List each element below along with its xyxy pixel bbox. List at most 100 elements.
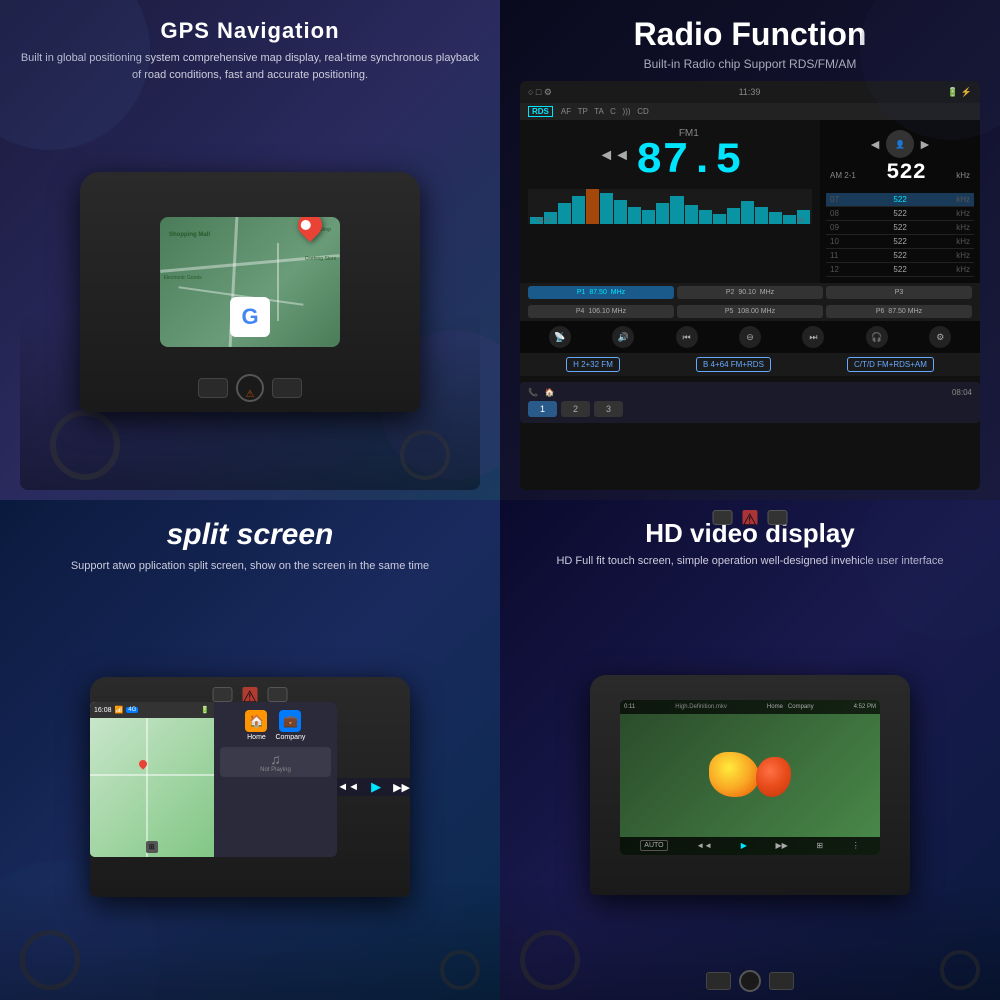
split-title: split screen bbox=[167, 518, 334, 552]
rewind-btn[interactable]: ◄◄ bbox=[337, 781, 359, 793]
radio-right-panel: ◄ 👤 ► AM 2-1 522 kHz 07 52 bbox=[820, 120, 980, 283]
call-tabs: 1 2 3 bbox=[528, 401, 972, 417]
preset-buttons-row1: P1 87.50 MHz P2 90.10 MHz P3 bbox=[520, 283, 980, 302]
split-carplay-panel: 🏠 Home 💼 Company ♫ Not Playing bbox=[214, 702, 338, 857]
music-icon: ♫ bbox=[224, 751, 328, 767]
radio-screen: ○ □ ⚙ 11:39 🔋 ⚡ RDS AF TP TA C ))) CD ◄◄… bbox=[520, 81, 980, 490]
hd-car-container: ⚠ bbox=[520, 580, 980, 991]
split-bottom-controls: ◄◄ ▶ ▶▶ bbox=[337, 778, 410, 796]
hd-section: HD video display HD Full fit touch scree… bbox=[500, 500, 1000, 1000]
radio-status-icons: 🔋 ⚡ bbox=[947, 87, 972, 98]
am-freq-display: 522 bbox=[886, 160, 926, 185]
headphone-icon[interactable]: 🎧 bbox=[866, 326, 888, 348]
radio-back-btn[interactable]: ◄◄ bbox=[598, 147, 630, 165]
preset-p3[interactable]: P3 bbox=[826, 286, 972, 299]
split-section: split screen Support atwo pplication spl… bbox=[0, 500, 500, 1000]
hd-screen[interactable]: 0:11 High.Definition.mkv Home Company 4:… bbox=[620, 700, 880, 855]
am-unit: kHz bbox=[956, 171, 970, 180]
preset-buttons-row2: P4 106.10 MHz P5 108.00 MHz P6 87.50 MHz bbox=[520, 302, 980, 321]
radio-top-bar: ○ □ ⚙ 11:39 🔋 ⚡ bbox=[520, 81, 980, 103]
google-logo: G bbox=[230, 297, 270, 337]
preset-p1[interactable]: P1 87.50 MHz bbox=[528, 286, 674, 299]
eq-icon[interactable]: ⚙ bbox=[929, 326, 951, 348]
model-badge-b: B 4+64 FM+RDS bbox=[696, 357, 771, 372]
split-car-container: ⚠ 16:08 📶 4G 🔋 bbox=[20, 585, 480, 991]
radio-spectrum: 51.50 2K bbox=[528, 189, 812, 224]
call-screen: 📞 🏠 08:04 1 2 3 bbox=[520, 382, 980, 423]
next-track-icon[interactable]: ⏭ bbox=[802, 326, 824, 348]
split-desc: Support atwo pplication split screen, sh… bbox=[71, 558, 429, 575]
lte-badge: 4G bbox=[126, 707, 138, 713]
home-app-label: Home bbox=[247, 734, 266, 741]
hd-play-btn[interactable]: ▶ bbox=[741, 841, 747, 850]
not-playing-widget: ♫ Not Playing bbox=[220, 747, 332, 777]
rds-label: RDS bbox=[528, 106, 553, 117]
preset-p6[interactable]: P6 87.50 MHz bbox=[826, 305, 972, 318]
hd-top-bar: 0:11 High.Definition.mkv Home Company 4:… bbox=[620, 700, 880, 714]
hd-forward-btn[interactable]: ▶▶ bbox=[775, 841, 787, 850]
radio-icons: ○ □ ⚙ bbox=[528, 87, 552, 98]
split-dashboard: ⚠ 16:08 📶 4G 🔋 bbox=[90, 677, 410, 897]
hd-video-area: 0:11 High.Definition.mkv Home Company 4:… bbox=[620, 700, 880, 855]
nav-left[interactable]: ◄ bbox=[868, 136, 882, 152]
minus-icon[interactable]: ⊖ bbox=[739, 326, 761, 348]
gps-dashboard: ⚠ Shopping Mall Coffee Shop Electronic G… bbox=[80, 172, 420, 412]
radio-time: 11:39 bbox=[739, 87, 761, 97]
preset-p2[interactable]: P2 90.10 MHz bbox=[677, 286, 823, 299]
prev-track-icon[interactable]: ⏮ bbox=[676, 326, 698, 348]
hd-video-content bbox=[620, 700, 880, 855]
main-grid: GPS Navigation Built in global positioni… bbox=[0, 0, 1000, 1000]
gps-screen[interactable]: Shopping Mall Coffee Shop Electronic Goo… bbox=[160, 217, 340, 347]
rds-options: AF TP TA C ))) CD bbox=[561, 107, 649, 116]
call-tab-1[interactable]: 1 bbox=[528, 401, 557, 417]
map-background: Shopping Mall Coffee Shop Electronic Goo… bbox=[160, 217, 340, 347]
gps-title: GPS Navigation bbox=[160, 18, 339, 44]
spectrum-bars bbox=[528, 189, 812, 224]
radio-model-row: H 2+32 FM B 4+64 FM+RDS C/T/D FM+RDS+AM bbox=[520, 353, 980, 376]
hd-rewind-btn[interactable]: ◄◄ bbox=[696, 841, 712, 850]
battery-icon: 🔋 bbox=[201, 706, 210, 714]
preset-p5[interactable]: P5 108.00 MHz bbox=[677, 305, 823, 318]
gps-section: GPS Navigation Built in global positioni… bbox=[0, 0, 500, 500]
hd-dashboard: ⚠ bbox=[590, 675, 910, 895]
split-map-area bbox=[90, 718, 214, 857]
forward-btn[interactable]: ▶▶ bbox=[393, 781, 410, 794]
am-label: AM 2-1 bbox=[830, 171, 856, 180]
phone-time: 16:08 bbox=[94, 707, 112, 714]
hd-auto-btn[interactable]: AUTO bbox=[640, 840, 667, 851]
preset-row-5[interactable]: 11 522 kHz bbox=[826, 249, 974, 263]
preset-p4[interactable]: P4 106.10 MHz bbox=[528, 305, 674, 318]
gps-desc: Built in global positioning system compr… bbox=[20, 50, 480, 83]
play-btn[interactable]: ▶ bbox=[371, 779, 381, 795]
preset-row-4[interactable]: 10 522 kHz bbox=[826, 235, 974, 249]
model-badge-c: C/T/D FM+RDS+AM bbox=[847, 357, 934, 372]
call-tab-3[interactable]: 3 bbox=[594, 401, 623, 417]
split-left-panel: 16:08 📶 4G 🔋 ⊞ bbox=[90, 702, 214, 857]
radio-rds-bar: RDS AF TP TA C ))) CD bbox=[520, 103, 980, 120]
preset-row-2[interactable]: 08 522 kHz bbox=[826, 207, 974, 221]
radio-station-display: ◄ 👤 ► AM 2-1 522 kHz bbox=[826, 126, 974, 189]
preset-row-3[interactable]: 09 522 kHz bbox=[826, 221, 974, 235]
cast-icon[interactable]: 📡 bbox=[549, 326, 571, 348]
preset-row-6[interactable]: 12 522 kHz bbox=[826, 263, 974, 277]
split-screen[interactable]: 16:08 📶 4G 🔋 ⊞ bbox=[90, 702, 337, 857]
radio-title: Radio Function bbox=[634, 16, 867, 53]
gps-car-container: ⚠ Shopping Mall Coffee Shop Electronic G… bbox=[20, 93, 480, 490]
radio-section: Radio Function Built-in Radio chip Suppo… bbox=[500, 0, 1000, 500]
home-app-icon[interactable]: 🏠 Home bbox=[245, 710, 267, 741]
carplay-icons-row: 🏠 Home 💼 Company bbox=[220, 710, 332, 741]
radio-presets-list: 07 522 kHz 08 522 kHz 09 522 kHz bbox=[826, 193, 974, 277]
hd-more-btn[interactable]: ⋮ bbox=[852, 841, 860, 850]
volume-icon[interactable]: 🔊 bbox=[612, 326, 634, 348]
radio-freq-display: 87.5 bbox=[636, 139, 742, 183]
call-time: 08:04 bbox=[952, 388, 972, 397]
hd-clock: 4:52 PM bbox=[854, 704, 876, 710]
nav-right[interactable]: ► bbox=[918, 136, 932, 152]
model-badge-h: H 2+32 FM bbox=[566, 357, 620, 372]
company-app-icon[interactable]: 💼 Company bbox=[275, 710, 305, 741]
radio-controls: 📡 🔊 ⏮ ⊖ ⏭ 🎧 ⚙ bbox=[520, 321, 980, 353]
preset-row-1[interactable]: 07 522 kHz bbox=[826, 193, 974, 207]
hd-desc: HD Full fit touch screen, simple operati… bbox=[556, 553, 943, 570]
hd-layout-btn[interactable]: ⊞ bbox=[816, 841, 823, 850]
call-tab-2[interactable]: 2 bbox=[561, 401, 590, 417]
